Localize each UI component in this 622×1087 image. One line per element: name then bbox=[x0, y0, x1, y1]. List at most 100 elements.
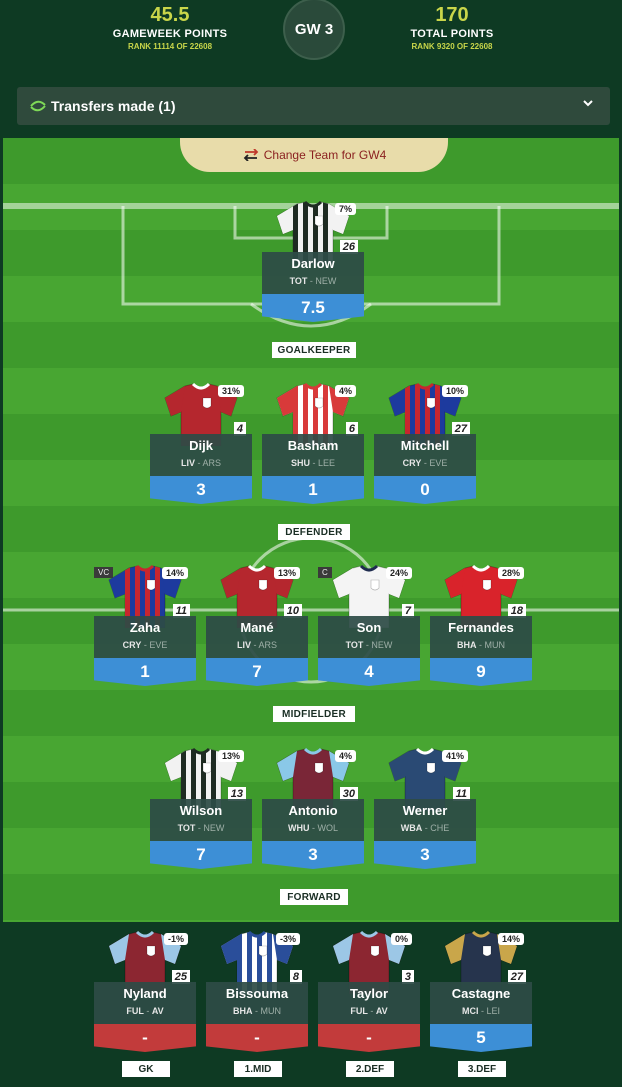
ownership-badge: 41% bbox=[441, 750, 468, 762]
fixture-separator: - bbox=[250, 640, 259, 650]
player-points: 1 bbox=[262, 476, 364, 504]
player-fixture: SHU - LEE bbox=[262, 458, 364, 468]
starter-player-card[interactable]: 31% 4 Dijk LIV - ARS 3 bbox=[150, 382, 252, 504]
player-team: CRY bbox=[122, 640, 142, 650]
starter-player-card[interactable]: C 24% 7 Son TOT - NEW 4 bbox=[318, 564, 420, 686]
fixture-separator: - bbox=[310, 458, 318, 468]
player-name: Darlow bbox=[291, 256, 335, 271]
player-team: WBA bbox=[400, 823, 423, 833]
ownership-badge: 24% bbox=[385, 567, 412, 579]
starter-player-card[interactable]: 13% 13 Wilson TOT - NEW 7 bbox=[150, 747, 252, 869]
starter-player-card[interactable]: 10% 27 Mitchell CRY - EVE 0 bbox=[374, 382, 476, 504]
player-fixture: CRY - EVE bbox=[374, 458, 476, 468]
player-fixture: TOT - NEW bbox=[262, 276, 364, 286]
player-points: - bbox=[94, 1024, 196, 1052]
total-points-stat: 170 TOTAL POINTS RANK 9320 OF 22608 bbox=[362, 4, 542, 51]
player-fixture: FUL - AV bbox=[94, 1006, 196, 1016]
change-team-button[interactable]: Change Team for GW4 bbox=[180, 138, 448, 172]
ownership-badge: 14% bbox=[497, 933, 524, 945]
transfer-swirl-icon bbox=[30, 100, 46, 112]
position-label-midfielder: MIDFIELDER bbox=[273, 706, 355, 722]
opponent-team: AV bbox=[375, 1006, 388, 1016]
player-name: Antonio bbox=[288, 803, 338, 818]
transfers-made-dropdown[interactable]: Transfers made (1) bbox=[17, 87, 610, 125]
player-team: BHA bbox=[457, 640, 477, 650]
player-fixture: LIV - ARS bbox=[150, 458, 252, 468]
ownership-badge: 13% bbox=[217, 750, 244, 762]
player-info-box: Darlow TOT - NEW bbox=[262, 252, 364, 294]
player-points: 7 bbox=[206, 658, 308, 686]
captain-badge: C bbox=[318, 567, 332, 578]
opponent-team: NEW bbox=[315, 276, 337, 286]
ownership-badge: -1% bbox=[163, 933, 188, 945]
fixture-separator: - bbox=[476, 640, 485, 650]
player-team: CRY bbox=[402, 458, 422, 468]
player-points: 9 bbox=[430, 658, 532, 686]
opponent-team: EVE bbox=[149, 640, 168, 650]
gameweek-points-stat: 45.5 GAMEWEEK POINTS RANK 11114 OF 22608 bbox=[80, 4, 260, 51]
gameweek-badge[interactable]: GW 3 bbox=[283, 0, 345, 60]
total-points-value: 170 bbox=[435, 4, 469, 26]
chevron-down-icon bbox=[583, 100, 593, 107]
starter-player-card[interactable]: 4% 30 Antonio WHU - WOL 3 bbox=[262, 747, 364, 869]
change-team-label: Change Team for GW4 bbox=[263, 148, 387, 162]
bench-player-card[interactable]: -1% 25 Nyland FUL - AV - bbox=[94, 930, 196, 1052]
starter-player-card[interactable]: 4% 6 Basham SHU - LEE 1 bbox=[262, 382, 364, 504]
player-team: FUL bbox=[126, 1006, 144, 1016]
player-fixture: FUL - AV bbox=[318, 1006, 420, 1016]
bench-player-card[interactable]: 14% 27 Castagne MCI - LEI 5 bbox=[430, 930, 532, 1052]
starter-player-card[interactable]: 28% 18 Fernandes BHA - MUN 9 bbox=[430, 564, 532, 686]
player-points: 3 bbox=[262, 841, 364, 869]
bench-label-1: 1.MID bbox=[234, 1061, 282, 1077]
player-fixture: MCI - LEI bbox=[430, 1006, 532, 1016]
starter-player-card[interactable]: 7% 26 Darlow TOT - NEW 7.5 bbox=[262, 200, 364, 322]
gameweek-points-label: GAMEWEEK POINTS bbox=[112, 28, 228, 40]
player-info-box: Son TOT - NEW bbox=[318, 616, 420, 658]
player-points: 5 bbox=[430, 1024, 532, 1052]
position-label-forward: FORWARD bbox=[280, 889, 348, 905]
player-name: Fernandes bbox=[448, 620, 514, 635]
player-info-box: Mitchell CRY - EVE bbox=[374, 434, 476, 476]
player-name: Zaha bbox=[129, 620, 161, 635]
player-info-box: Bissouma BHA - MUN bbox=[206, 982, 308, 1024]
player-name: Nyland bbox=[123, 986, 167, 1001]
player-fixture: BHA - MUN bbox=[206, 1006, 308, 1016]
gameweek-points-value: 45.5 bbox=[150, 4, 190, 26]
starter-player-card[interactable]: 13% 10 Mané LIV - ARS 7 bbox=[206, 564, 308, 686]
ownership-badge: 14% bbox=[161, 567, 188, 579]
ownership-badge: 4% bbox=[334, 385, 356, 397]
player-team: MCI bbox=[461, 1006, 479, 1016]
player-info-box: Castagne MCI - LEI bbox=[430, 982, 532, 1024]
bench-player-card[interactable]: -3% 8 Bissouma BHA - MUN - bbox=[206, 930, 308, 1052]
opponent-team: MUN bbox=[484, 640, 506, 650]
player-info-box: Antonio WHU - WOL bbox=[262, 799, 364, 841]
player-team: LIV bbox=[236, 640, 251, 650]
starter-player-card[interactable]: VC 14% 11 Zaha CRY - EVE 1 bbox=[94, 564, 196, 686]
ownership-badge: -3% bbox=[275, 933, 300, 945]
player-team: BHA bbox=[233, 1006, 253, 1016]
swap-arrows-icon bbox=[243, 149, 259, 161]
player-points: 3 bbox=[374, 841, 476, 869]
player-info-box: Taylor FUL - AV bbox=[318, 982, 420, 1024]
player-team: TOT bbox=[289, 276, 308, 286]
player-team: WHU bbox=[287, 823, 310, 833]
opponent-team: ARS bbox=[258, 640, 278, 650]
position-label-goalkeeper: GOALKEEPER bbox=[272, 342, 356, 358]
player-fixture: TOT - NEW bbox=[150, 823, 252, 833]
ownership-badge: 0% bbox=[390, 933, 412, 945]
player-info-box: Zaha CRY - EVE bbox=[94, 616, 196, 658]
player-info-box: Basham SHU - LEE bbox=[262, 434, 364, 476]
starter-player-card[interactable]: 41% 11 Werner WBA - CHE 3 bbox=[374, 747, 476, 869]
player-name: Wilson bbox=[179, 803, 223, 818]
player-fixture: WHU - WOL bbox=[262, 823, 364, 833]
player-points: - bbox=[318, 1024, 420, 1052]
bench-player-card[interactable]: 0% 3 Taylor FUL - AV - bbox=[318, 930, 420, 1052]
gameweek-rank: RANK 11114 OF 22608 bbox=[127, 42, 213, 51]
ownership-badge: 10% bbox=[441, 385, 468, 397]
player-name: Dijk bbox=[189, 438, 213, 453]
bench-label-gk: GK bbox=[122, 1061, 170, 1077]
player-name: Werner bbox=[402, 803, 448, 818]
header: 45.5 GAMEWEEK POINTS RANK 11114 OF 22608… bbox=[0, 0, 622, 80]
player-fixture: LIV - ARS bbox=[206, 640, 308, 650]
opponent-team: CHE bbox=[430, 823, 450, 833]
